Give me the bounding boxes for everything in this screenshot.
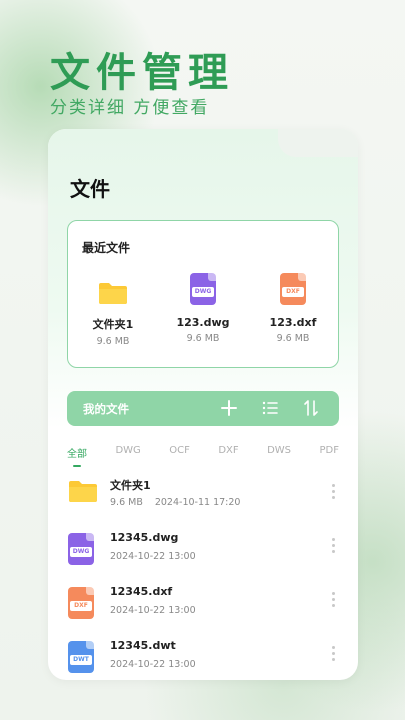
file-date: 2024-10-22 13:00 [110,659,196,670]
recent-item-dwg[interactable]: DWG 123.dwg 9.6 MB [163,271,243,347]
folder-icon [99,283,127,304]
card-title: 文件 [70,177,110,201]
file-date: 2024-10-22 13:00 [110,551,196,562]
tab-ocf[interactable]: OCF [169,445,190,460]
my-files-bar: 我的文件 [67,391,339,426]
recent-files-title: 最近文件 [82,241,131,255]
file-meta: 2024-10-22 13:00 [110,659,196,670]
tab-dws[interactable]: DWS [267,445,291,460]
list-item[interactable]: DWT 12345.dwt 2024-10-22 13:00 [48,635,358,680]
recent-item-size: 9.6 MB [276,333,310,344]
file-name: 12345.dwg [110,531,179,544]
file-name: 12345.dwt [110,639,176,652]
file-list: 文件夹1 9.6 MB 2024-10-11 17:20 DWG 12345.dw… [48,473,358,680]
list-item[interactable]: DXF 12345.dxf 2024-10-22 13:00 [48,581,358,635]
file-name: 12345.dxf [110,585,173,598]
dwg-file-icon: DWG [68,533,94,565]
list-item[interactable]: DWG 12345.dwg 2024-10-22 13:00 [48,527,358,581]
recent-item-name: 123.dwg [176,316,230,329]
file-size: 9.6 MB [110,497,143,508]
file-name: 文件夹1 [110,479,151,492]
tab-all[interactable]: 全部 [67,445,87,460]
hero-title: 文件管理 [50,50,234,96]
tab-pdf[interactable]: PDF [319,445,338,460]
dwt-file-icon: DWT [68,641,94,673]
recent-files-panel: 最近文件 文件夹1 9.6 MB DWG 123.dwg 9.6 MB DXF … [67,220,339,368]
dxf-file-icon: DXF [68,587,94,619]
my-files-label: 我的文件 [83,402,129,416]
file-type-tabs: 全部 DWG OCF DXF DWS PDF [67,445,339,460]
dwg-file-icon: DWG [190,273,216,305]
more-icon[interactable] [332,538,336,553]
tab-dwg[interactable]: DWG [115,445,140,460]
folder-icon [69,481,97,502]
file-meta: 9.6 MB 2024-10-11 17:20 [110,497,240,508]
recent-item-dxf[interactable]: DXF 123.dxf 9.6 MB [253,271,333,347]
recent-item-size: 9.6 MB [186,333,220,344]
recent-item-name: 文件夹1 [92,318,134,331]
add-icon[interactable] [220,399,238,417]
list-icon[interactable] [261,399,279,417]
card-corner-notch [278,129,358,157]
dxf-file-icon: DXF [280,273,306,305]
files-card: 文件 最近文件 文件夹1 9.6 MB DWG 123.dwg 9.6 MB D… [48,129,358,680]
tab-dxf[interactable]: DXF [218,445,238,460]
file-meta: 2024-10-22 13:00 [110,551,196,562]
list-item[interactable]: 文件夹1 9.6 MB 2024-10-11 17:20 [48,473,358,527]
more-icon[interactable] [332,484,336,499]
recent-item-size: 9.6 MB [96,336,130,347]
file-meta: 2024-10-22 13:00 [110,605,196,616]
recent-item-folder[interactable]: 文件夹1 9.6 MB [73,271,153,347]
file-date: 2024-10-22 13:00 [110,605,196,616]
recent-item-name: 123.dxf [269,316,317,329]
more-icon[interactable] [332,646,336,661]
file-date: 2024-10-11 17:20 [154,497,241,508]
sort-icon[interactable] [302,399,320,417]
more-icon[interactable] [332,592,336,607]
hero-subtitle: 分类详细 方便查看 [50,98,210,118]
